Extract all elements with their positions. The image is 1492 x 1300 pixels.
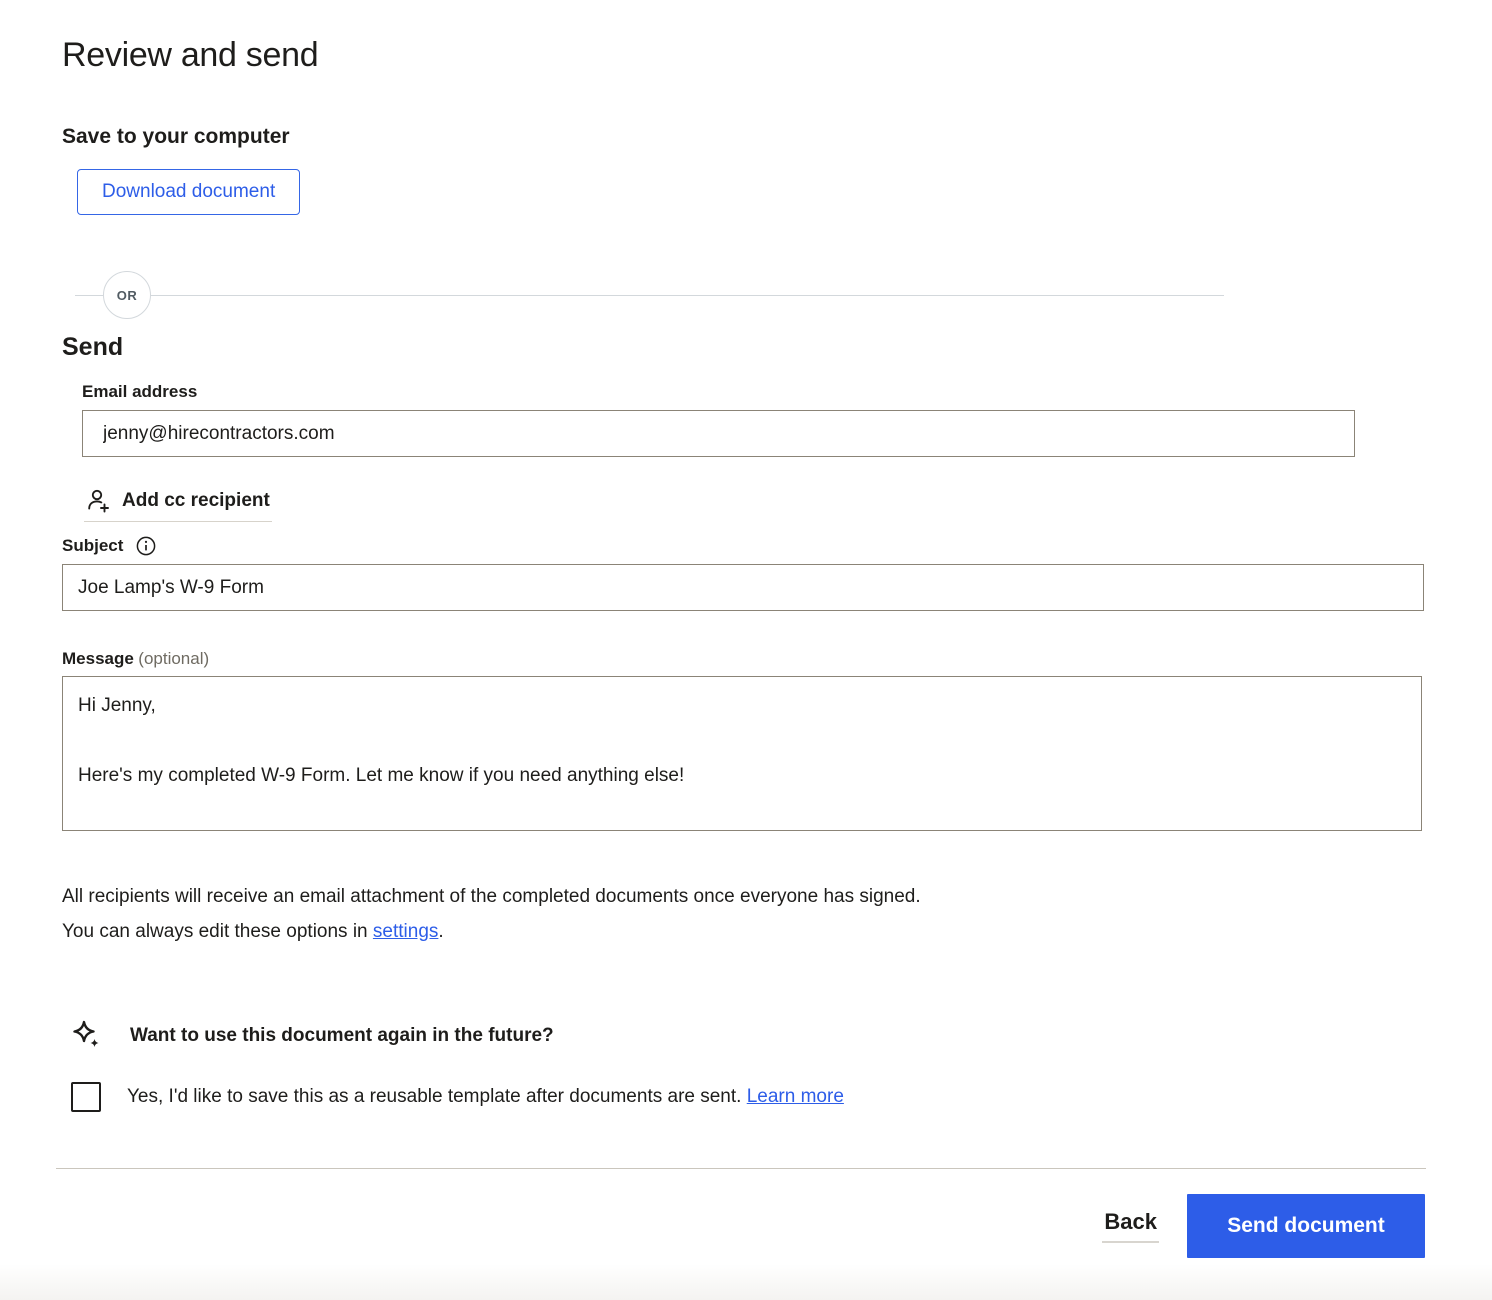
review-and-send-page: Review and send Save to your computer Do…	[0, 0, 1492, 1300]
or-divider: OR	[75, 271, 1492, 319]
recipients-note: All recipients will receive an email att…	[62, 879, 952, 949]
sparkle-plus-icon	[70, 1019, 103, 1052]
message-optional-hint: (optional)	[138, 649, 209, 668]
save-template-checkbox[interactable]	[71, 1082, 101, 1112]
or-divider-badge: OR	[103, 271, 151, 319]
download-document-button[interactable]: Download document	[77, 169, 300, 215]
save-template-checkbox-text: Yes, I'd like to save this as a reusable…	[127, 1086, 747, 1107]
template-question-text: Want to use this document again in the f…	[130, 1025, 554, 1047]
template-question-row: Want to use this document again in the f…	[62, 1019, 1492, 1052]
message-textarea[interactable]: Hi Jenny, Here's my completed W-9 Form. …	[62, 676, 1422, 831]
recipients-note-suffix: .	[438, 921, 443, 942]
add-cc-recipient-label: Add cc recipient	[122, 490, 270, 512]
footer-actions: Back Send document	[62, 1194, 1425, 1258]
settings-link[interactable]: settings	[373, 921, 438, 942]
subject-label-row: Subject	[62, 536, 1492, 556]
email-input[interactable]	[82, 410, 1355, 457]
send-section: Send Email address Add cc recipient	[62, 333, 1492, 949]
message-label-row: Message (optional)	[62, 649, 1492, 669]
send-section-heading: Send	[62, 333, 1492, 362]
save-section: Save to your computer Download document	[62, 125, 1492, 215]
footer-divider	[56, 1168, 1426, 1169]
save-template-section: Want to use this document again in the f…	[62, 1019, 1492, 1112]
message-label: Message	[62, 649, 134, 668]
learn-more-link[interactable]: Learn more	[747, 1086, 844, 1107]
subject-label: Subject	[62, 536, 123, 556]
person-plus-icon	[84, 487, 111, 514]
page-bottom-fade	[0, 1264, 1492, 1300]
back-button[interactable]: Back	[1102, 1209, 1159, 1243]
template-checkbox-row: Yes, I'd like to save this as a reusable…	[62, 1082, 1492, 1112]
save-section-heading: Save to your computer	[62, 125, 1492, 149]
subject-info-icon[interactable]	[136, 536, 156, 556]
email-field-group: Email address Add cc recipient	[82, 382, 1492, 522]
add-cc-recipient-button[interactable]: Add cc recipient	[84, 487, 272, 522]
or-divider-line-right	[151, 295, 1224, 296]
page-title: Review and send	[62, 36, 1492, 75]
send-document-button[interactable]: Send document	[1187, 1194, 1425, 1258]
or-divider-line-left	[75, 295, 103, 296]
email-label: Email address	[82, 382, 1492, 402]
recipients-note-text: All recipients will receive an email att…	[62, 886, 921, 942]
subject-input[interactable]	[62, 564, 1424, 611]
save-template-checkbox-label: Yes, I'd like to save this as a reusable…	[127, 1086, 844, 1108]
